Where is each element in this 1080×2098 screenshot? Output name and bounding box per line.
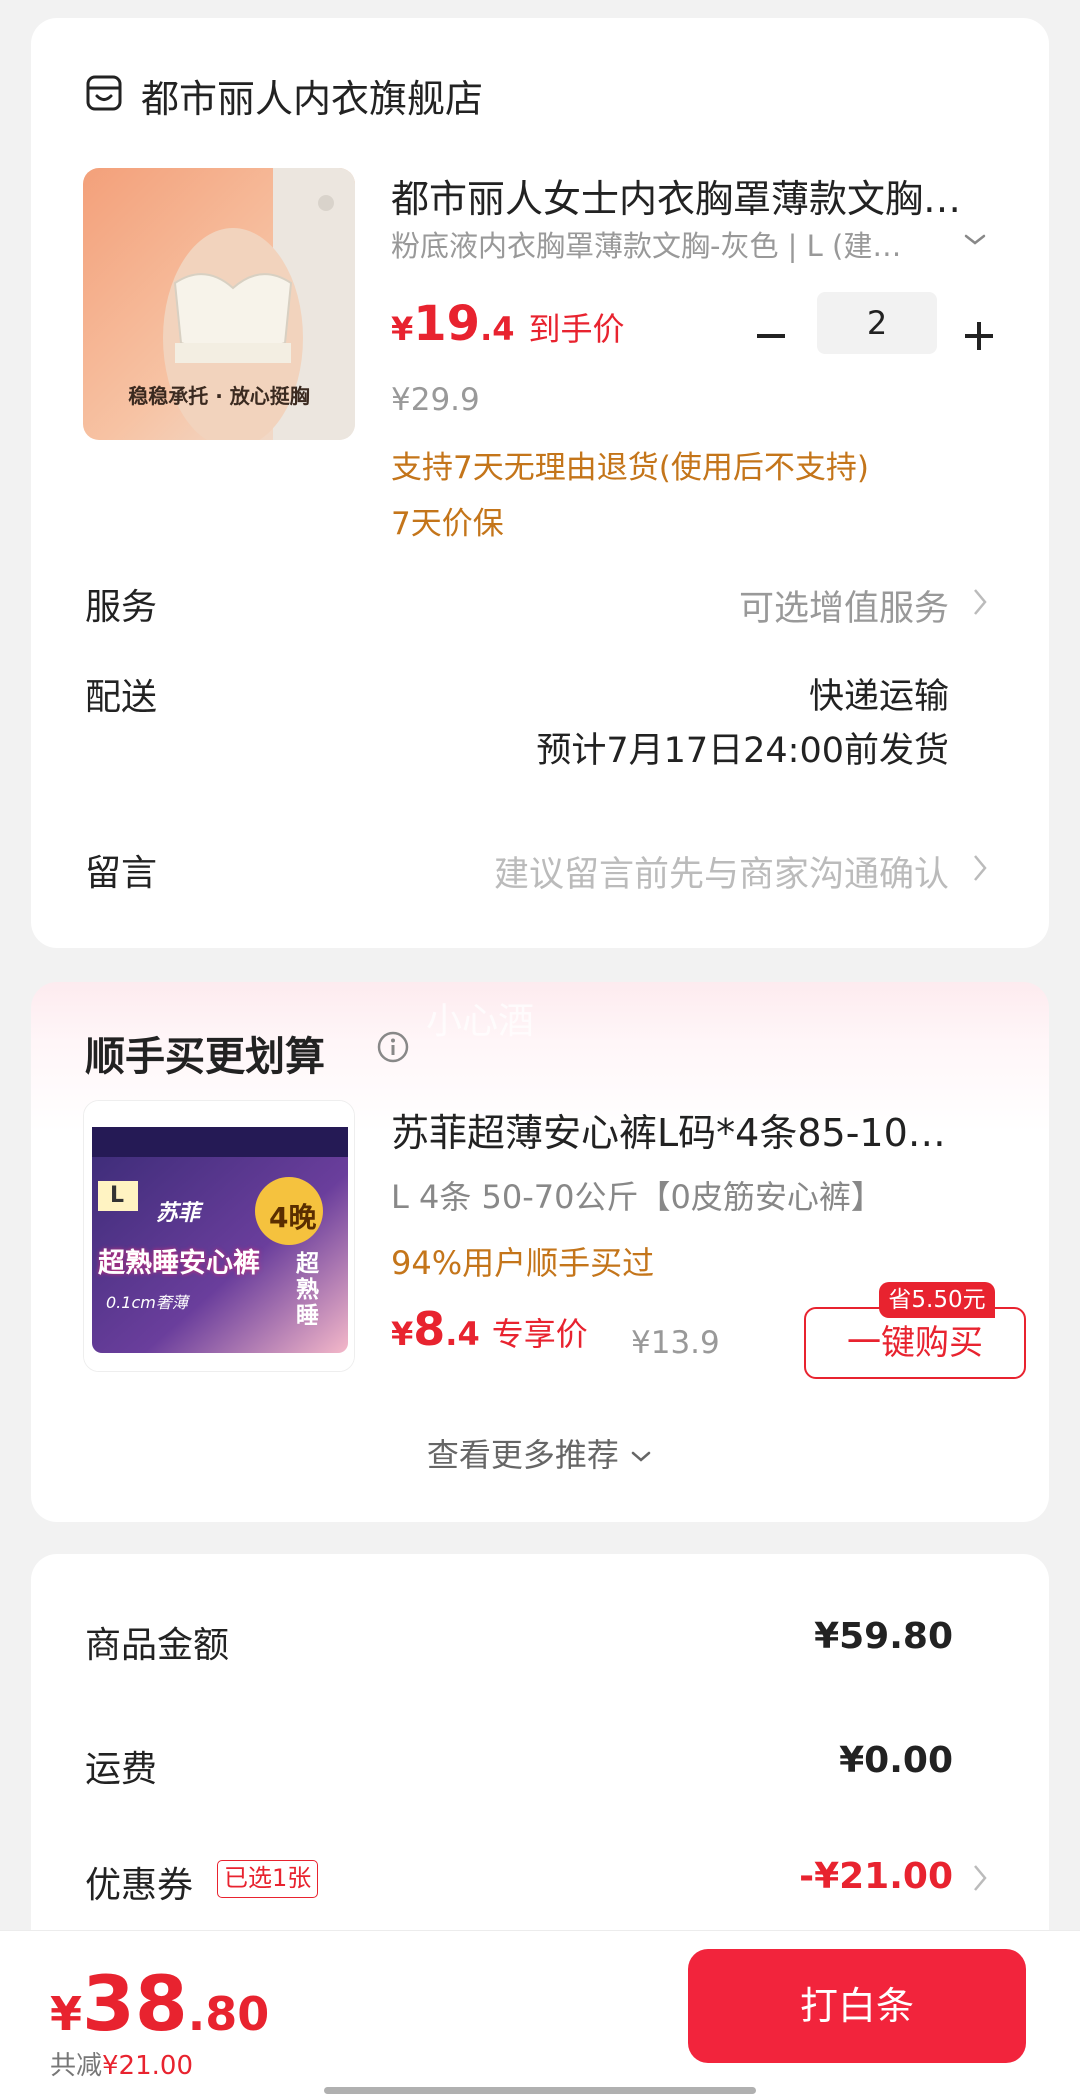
minus-icon[interactable] xyxy=(753,318,789,354)
chevron-down-icon xyxy=(631,1451,651,1462)
pay-button[interactable]: 打白条 xyxy=(688,1949,1026,2063)
recommend-image-size: L xyxy=(110,1183,125,1208)
total-discount: 共减¥21.00 xyxy=(50,2051,193,2081)
chevron-down-icon[interactable] xyxy=(961,228,989,252)
recommend-price: ¥8.4 专享价 xyxy=(391,1302,588,1356)
goods-amount-label: 商品金额 xyxy=(85,1625,230,1666)
store-name[interactable]: 都市丽人内衣旗舰店 xyxy=(141,68,483,123)
recommend-image-brand: 苏菲 xyxy=(156,1201,201,1226)
plus-icon[interactable] xyxy=(961,318,997,354)
service-label: 服务 xyxy=(85,587,158,628)
recommend-original-price: ¥13.9 xyxy=(631,1325,720,1361)
recommend-product-name[interactable]: 苏菲超薄安心裤L码*4条85-10… xyxy=(391,1102,1021,1157)
coupon-label: 优惠券 xyxy=(85,1865,194,1906)
product-image-caption: 稳稳承托 · 放心挺胸 xyxy=(128,384,310,408)
price-protect-policy: 7天价保 xyxy=(391,506,504,542)
goods-amount-value: ¥59.80 xyxy=(814,1616,953,1657)
product-image[interactable]: 稳稳承托 · 放心挺胸 xyxy=(83,168,355,440)
message-input[interactable]: 建议留言前先与商家沟通确认 xyxy=(494,846,949,897)
store-icon xyxy=(86,75,122,111)
coupon-value[interactable]: -¥21.00 xyxy=(799,1856,953,1897)
recommend-image-count: 4晚 xyxy=(269,1201,317,1234)
chevron-right-icon[interactable] xyxy=(971,586,989,618)
chevron-right-icon[interactable] xyxy=(971,852,989,884)
recommend-card: 小心酒 顺手买更划算 苏菲 4晚 L 超熟睡安心裤 超熟睡 0.1cm奢薄 苏菲… xyxy=(31,982,1049,1522)
recommend-image-thin: 0.1cm奢薄 xyxy=(106,1293,188,1312)
info-icon[interactable] xyxy=(376,1030,410,1064)
delivery-eta: 预计7月17日24:00前发货 xyxy=(536,731,949,771)
product-title[interactable]: 都市丽人女士内衣胸罩薄款文胸… xyxy=(391,168,1011,223)
service-value[interactable]: 可选增值服务 xyxy=(739,580,949,631)
coupon-badge: 已选1张 xyxy=(217,1860,319,1898)
original-price: ¥29.9 xyxy=(391,382,480,418)
quantity-input[interactable]: 2 xyxy=(817,292,937,354)
see-more-link[interactable]: 查看更多推荐 xyxy=(31,1430,1049,1476)
checkout-bar: ¥38.80 共减¥21.00 打白条 xyxy=(0,1930,1080,2098)
product-sku[interactable]: 粉底液内衣胸罩薄款文胸-灰色 | L (建… xyxy=(391,223,931,265)
home-indicator[interactable] xyxy=(324,2087,756,2094)
total-price: ¥38.80 xyxy=(50,1959,270,2048)
recommend-image-main: 超熟睡安心裤 xyxy=(98,1248,260,1279)
delivery-label: 配送 xyxy=(85,677,158,718)
recommend-image-side: 超熟睡 xyxy=(296,1251,319,1329)
social-proof: 94%用户顺手买过 xyxy=(391,1244,655,1282)
recommend-product-sku: L 4条 50-70公斤【0皮筋安心裤】 xyxy=(391,1178,883,1216)
faded-label: 小心酒 xyxy=(426,1001,535,1042)
summary-card: 商品金额 ¥59.80 运费 ¥0.00 优惠券 已选1张 -¥21.00 xyxy=(31,1554,1049,1974)
order-card: 都市丽人内衣旗舰店 稳稳承托 · 放心挺胸 都市丽人女士内衣胸罩薄款文胸… 粉底… xyxy=(31,18,1049,948)
chevron-right-icon[interactable] xyxy=(971,1862,989,1894)
recommend-title: 顺手买更划算 xyxy=(85,1034,325,1080)
return-policy: 支持7天无理由退货(使用后不支持) xyxy=(391,450,869,486)
delivery-method: 快递运输 xyxy=(808,677,949,717)
save-badge: 省5.50元 xyxy=(879,1282,995,1318)
shipping-value: ¥0.00 xyxy=(839,1740,953,1781)
product-price: ¥19.4 到手价 xyxy=(391,296,625,352)
shipping-label: 运费 xyxy=(85,1749,158,1790)
recommend-product-image[interactable]: 苏菲 4晚 L 超熟睡安心裤 超熟睡 0.1cm奢薄 xyxy=(83,1100,355,1372)
message-label: 留言 xyxy=(85,853,158,894)
